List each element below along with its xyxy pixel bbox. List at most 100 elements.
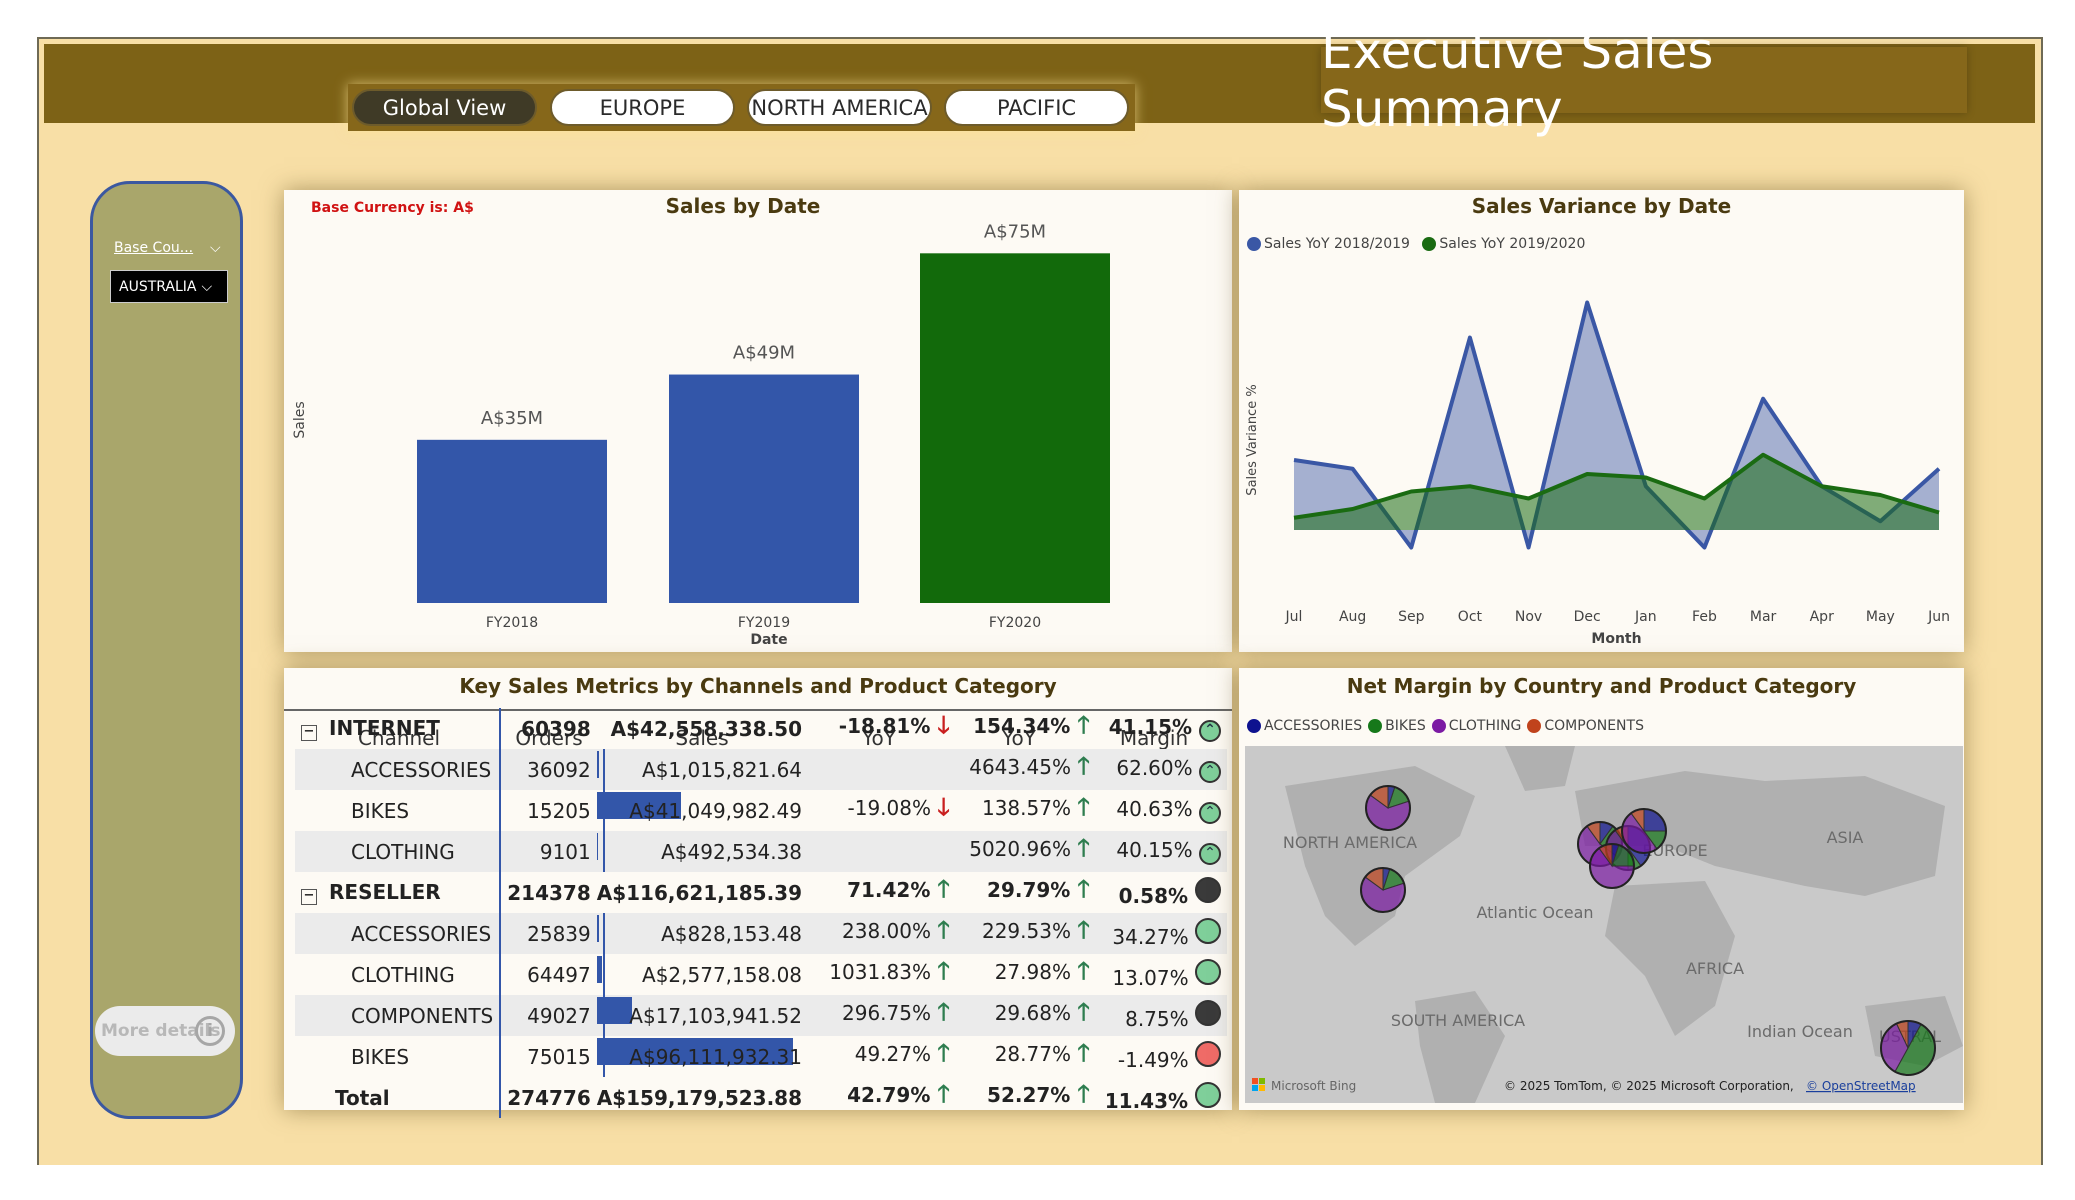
table-row[interactable]: BIKES 15205 A$41,049,982.49 -19.08% 🡓 138.57… <box>295 790 1227 831</box>
margin-cell: 0.58% <box>1096 872 1227 913</box>
yoy-2019-2020-cell: 29.68% 🡑 <box>994 998 1090 1026</box>
legend-item: CLOTHING <box>1431 718 1522 734</box>
legend-item: COMPONENTS <box>1527 718 1644 734</box>
x-tick-label: FY2020 <box>989 615 1041 631</box>
collapse-icon[interactable]: − <box>301 725 317 741</box>
map-label: NORTH AMERICA <box>1283 833 1417 852</box>
margin-cell: 41.15% ⌃ <box>1096 708 1227 749</box>
legend-dot-icon <box>1247 719 1261 733</box>
legend-item: BIKES <box>1368 718 1426 734</box>
table-row[interactable]: − INTERNET 60398 A$42,558,338.50 -18.81% 🡓 15… <box>295 708 1227 749</box>
table-row[interactable]: Total 274776 A$159,179,523.88 42.79% 🡑 52.27… <box>295 1077 1227 1118</box>
orders-cell: 36092 <box>499 749 597 790</box>
channel-label: CLOTHING <box>351 962 455 987</box>
arrow-up-icon: 🡑 <box>1077 875 1090 903</box>
yoy-2018-2019-cell <box>808 831 956 872</box>
orders-cell: 64497 <box>499 954 597 995</box>
kpi-circle-icon <box>1195 1082 1221 1108</box>
arrow-up-icon: 🡑 <box>937 1080 950 1108</box>
sales-cell: A$41,049,982.49 <box>596 790 808 831</box>
info-icon[interactable]: i <box>195 1016 225 1046</box>
sales-by-date-chart: A$35M FY2018 A$49M FY2019 A$75M FY2020 Date Sal… <box>292 221 1110 648</box>
sales-databar <box>596 915 599 942</box>
legend-label: BIKES <box>1385 718 1426 734</box>
arrow-up-icon: 🡑 <box>937 957 950 985</box>
sales-cell: A$96,111,932.31 <box>596 1036 808 1077</box>
yoy-2019-2020-cell: 154.34% 🡑 <box>973 711 1090 739</box>
x-tick-label: Jul <box>1285 609 1303 625</box>
arrow-up-icon: 🡑 <box>1077 1039 1090 1067</box>
legend-dot-icon <box>1368 719 1383 733</box>
yoy-2018-2019-cell: -18.81% 🡓 <box>838 711 950 739</box>
channel-cell: CLOTHING <box>295 831 500 872</box>
x-tick-label: Apr <box>1810 609 1834 625</box>
base-country-dropdown[interactable]: AUSTRALIA ⌵ <box>110 270 228 303</box>
arrow-up-icon: 🡑 <box>1077 1080 1090 1108</box>
report-title: Executive Sales Summary <box>1321 22 1714 138</box>
chevron-down-icon[interactable]: ⌵ <box>210 240 221 256</box>
margin-cell: 40.63% ⌃ <box>1096 790 1227 831</box>
y-axis-label: Sales Variance % <box>1245 384 1260 495</box>
openstreetmap-link[interactable]: © OpenStreetMap <box>1806 1079 1916 1093</box>
yoy-2019-2020-cell: 229.53% 🡑 <box>981 916 1090 944</box>
base-country-label[interactable]: Base Cou... <box>114 240 193 256</box>
sales-variance-panel: Sales Variance by Date Sales YoY 2018/20… <box>1239 190 1964 652</box>
legend-dot-icon <box>1431 719 1446 733</box>
nav-button-global-view[interactable]: Global View <box>352 89 537 126</box>
table-row[interactable]: COMPONENTS 49027 A$17,103,941.52 296.75% 🡑 2… <box>295 995 1227 1036</box>
sales-databar <box>596 956 602 983</box>
channel-label: CLOTHING <box>351 839 455 864</box>
table-row[interactable]: ACCESSORIES 25839 A$828,153.48 238.00% 🡑 229… <box>295 913 1227 954</box>
y-axis-label: Sales <box>292 401 308 438</box>
channel-label: ACCESSORIES <box>351 921 492 946</box>
legend-item: ACCESSORIES <box>1247 718 1362 734</box>
map-view[interactable]: NORTH AMERICA EUROPE ASIA Atlantic Ocean AFR… <box>1245 746 1963 1103</box>
channel-label: BIKES <box>351 798 410 823</box>
filter-sidebar <box>90 181 243 1119</box>
collapse-icon[interactable]: − <box>301 889 317 905</box>
x-tick-label: Mar <box>1750 609 1777 625</box>
arrow-up-icon: 🡑 <box>937 875 950 903</box>
margin-cell: 34.27% <box>1096 913 1227 954</box>
arrow-up-icon: 🡑 <box>937 998 950 1026</box>
channel-cell: COMPONENTS <box>295 995 500 1036</box>
bar-data-label: A$75M <box>984 221 1046 242</box>
channel-label: Total <box>335 1085 390 1110</box>
legend-label: CLOTHING <box>1448 718 1522 734</box>
metrics-table: − INTERNET 60398 A$42,558,338.50 -18.81% 🡓 15… <box>295 708 1227 1118</box>
arrow-up-icon: 🡑 <box>1077 793 1090 821</box>
table-row[interactable]: BIKES 75015 A$96,111,932.31 49.27% 🡑 28.77% … <box>295 1036 1227 1077</box>
kpi-up-icon: ⌃ <box>1199 720 1221 742</box>
channel-cell: BIKES <box>295 790 500 831</box>
world-map[interactable]: NORTH AMERICA EUROPEASIAAtlantic OceanAFR… <box>1245 746 1963 1103</box>
sales-databar <box>596 833 598 860</box>
nav-button-europe[interactable]: EUROPE <box>550 89 735 126</box>
table-row[interactable]: CLOTHING 9101 A$492,534.38 5020.96% 🡑 40.15… <box>295 831 1227 872</box>
yoy-2018-2019-cell: 42.79% 🡑 <box>847 1080 950 1108</box>
table-row[interactable]: ACCESSORIES 36092 A$1,015,821.64 4643.45% … <box>295 749 1227 790</box>
net-margin-legend: ACCESSORIES BIKES CLOTHING COMPONENTS <box>1247 718 1650 734</box>
x-tick-label: May <box>1866 609 1895 625</box>
sales-cell: A$42,558,338.50 <box>610 716 803 741</box>
nav-button-north-america[interactable]: NORTH AMERICA <box>747 89 932 126</box>
map-label: SOUTH AMERICA <box>1391 1011 1525 1030</box>
sales-cell: A$1,015,821.64 <box>596 749 808 790</box>
orders-cell: 15205 <box>499 790 597 831</box>
arrow-up-icon: 🡑 <box>1077 752 1090 780</box>
sales-cell: A$159,179,523.88 <box>596 1085 803 1110</box>
map-label: AFRICA <box>1686 959 1744 978</box>
sales-cell: A$828,153.48 <box>596 913 808 954</box>
x-tick-label: Oct <box>1458 609 1483 625</box>
bar-fy2018 <box>417 439 607 603</box>
sales-databar <box>596 997 632 1024</box>
bing-logo-icon <box>1252 1085 1258 1091</box>
channel-cell: − RESELLER <box>295 872 500 913</box>
channel-cell: ACCESSORIES <box>295 749 500 790</box>
table-row[interactable]: − RESELLER 214378 A$116,621,185.39 71.42% 🡑 2… <box>295 872 1227 913</box>
map-label: ASIA <box>1827 828 1864 847</box>
x-tick-label: Sep <box>1398 609 1425 625</box>
nav-button-pacific[interactable]: PACIFIC <box>944 89 1129 126</box>
arrow-up-icon: 🡑 <box>1077 916 1090 944</box>
table-row[interactable]: CLOTHING 64497 A$2,577,158.08 1031.83% 🡑 27.… <box>295 954 1227 995</box>
orders-cell: 9101 <box>499 831 597 872</box>
